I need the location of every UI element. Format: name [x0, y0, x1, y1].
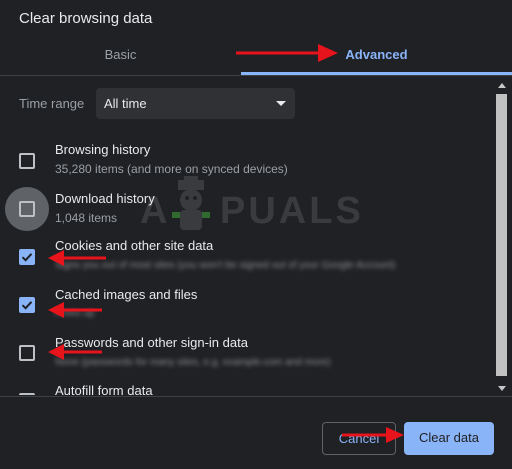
clear-browsing-data-dialog: Clear browsing data Basic Advanced Time … — [0, 0, 512, 469]
item-subtitle: 1,048 items — [55, 211, 118, 225]
item-title: Download history — [55, 191, 155, 206]
item-title: Cached images and files — [55, 287, 198, 302]
tab-bar: Basic Advanced — [0, 36, 512, 76]
cancel-button[interactable]: Cancel — [322, 422, 396, 455]
list-item-download-history: Download history 1,048 items — [0, 186, 494, 234]
passwords-checkbox[interactable] — [19, 345, 35, 361]
item-title: Browsing history — [55, 142, 151, 157]
time-range-label: Time range — [19, 96, 85, 111]
tab-basic[interactable]: Basic — [0, 36, 241, 74]
tab-advanced[interactable]: Advanced — [241, 36, 512, 74]
list-item-passwords: Passwords and other sign-in data None (p… — [0, 330, 494, 378]
browsing-history-checkbox[interactable] — [19, 153, 35, 169]
scroll-down-arrow-icon[interactable] — [498, 386, 506, 391]
clear-data-button[interactable]: Clear data — [404, 422, 494, 455]
item-subtitle: Signs you out of most sites (you won't b… — [55, 260, 396, 271]
item-title: Passwords and other sign-in data — [55, 335, 248, 350]
time-range-value: All time — [104, 96, 147, 111]
list-item-cookies: Cookies and other site data Signs you ou… — [0, 234, 494, 282]
cached-images-checkbox[interactable] — [19, 297, 35, 313]
item-title: Cookies and other site data — [55, 238, 214, 253]
chevron-down-icon — [276, 101, 286, 106]
cookies-checkbox[interactable] — [19, 249, 35, 265]
download-history-checkbox[interactable] — [19, 201, 35, 217]
item-subtitle: 35,280 items (and more on synced devices… — [55, 162, 288, 176]
footer-divider — [0, 396, 512, 397]
time-range-select[interactable]: All time — [96, 88, 295, 119]
item-subtitle: None (passwords for many sites, e.g. exa… — [55, 357, 331, 368]
checkmark-icon — [21, 253, 33, 262]
list-item-browsing-history: Browsing history 35,280 items (and more … — [0, 138, 494, 186]
active-tab-indicator — [241, 72, 512, 75]
item-subtitle: Frees up — [55, 308, 95, 319]
list-item-autofill: Autofill form data — [0, 378, 494, 395]
scrollbar[interactable] — [494, 80, 512, 395]
scroll-up-arrow-icon[interactable] — [498, 83, 506, 88]
autofill-checkbox[interactable] — [19, 393, 35, 395]
list-item-cached-images: Cached images and files Frees up — [0, 282, 494, 330]
data-type-list: Browsing history 35,280 items (and more … — [0, 130, 494, 395]
checkmark-icon — [21, 301, 33, 310]
dialog-title: Clear browsing data — [19, 10, 153, 27]
item-title: Autofill form data — [55, 383, 153, 395]
scrollbar-thumb[interactable] — [496, 94, 507, 376]
